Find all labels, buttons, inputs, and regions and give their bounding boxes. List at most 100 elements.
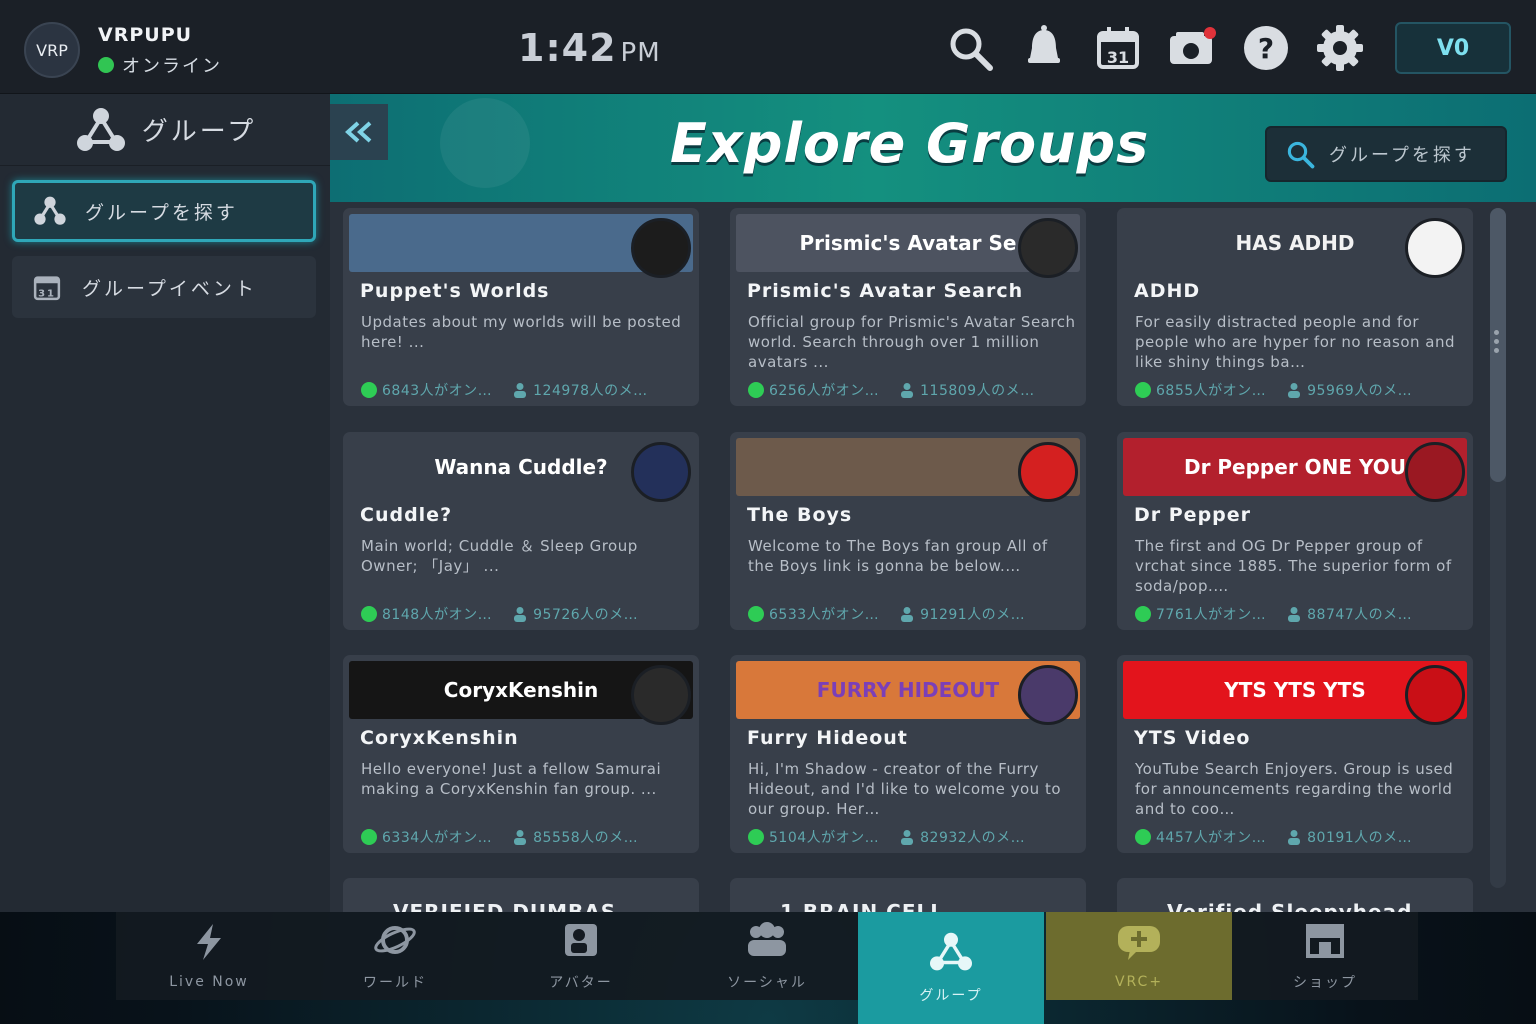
group-name: Furry Hideout — [747, 727, 908, 749]
nav-tab-label: ワールド — [363, 975, 427, 991]
group-name: Cuddle? — [360, 504, 453, 526]
nav-tab-label: ショップ — [1293, 975, 1357, 991]
online-count: 6334人がオン… — [361, 827, 492, 847]
group-name: YTS Video — [1134, 727, 1251, 749]
member-count: 95969人のメ… — [1286, 380, 1412, 400]
nav-tab-label: グループ — [919, 988, 983, 1004]
nav-tab-lightning[interactable]: Live Now — [116, 912, 302, 1000]
group-description: Hi, I'm Shadow - creator of the Furry Hi… — [748, 760, 1062, 818]
group-name: Dr Pepper — [1134, 504, 1252, 526]
group-card[interactable]: Puppet's Worlds Updates about my worlds w… — [343, 208, 699, 406]
currency-balance-button[interactable]: V0 — [1395, 22, 1511, 74]
member-count: 115809人のメ… — [899, 380, 1034, 400]
nav-tab-label: VRC+ — [1114, 974, 1164, 990]
group-card[interactable]: VERIFIED DUMBAS — [343, 878, 699, 912]
lightning-icon — [189, 922, 229, 966]
online-count: 6843人がオン… — [361, 380, 492, 400]
member-count: 82932人のメ… — [899, 827, 1025, 847]
group-name: The Boys — [747, 504, 853, 526]
group-icon-badge — [1018, 665, 1078, 725]
group-description: Updates about my worlds will be posted h… — [361, 313, 682, 351]
find-group-search-button[interactable]: グループを探す — [1265, 126, 1507, 182]
group-card[interactable]: CoryxKenshin CoryxKenshin Hello everyone! … — [343, 655, 699, 853]
camera-icon[interactable] — [1166, 22, 1218, 74]
vrcplus-icon — [1116, 922, 1162, 966]
avatar[interactable]: VRP — [24, 22, 80, 78]
avatar-icon — [561, 920, 601, 964]
group-card[interactable]: HAS ADHD ADHD For easily distracted people… — [1117, 208, 1473, 406]
group-card[interactable]: Prismic's Avatar Se Prismic's Avatar Sear… — [730, 208, 1086, 406]
calendar-icon[interactable]: 31 — [1092, 22, 1144, 74]
group-card[interactable]: Wanna Cuddle? Cuddle? Main world; Cuddle ＆… — [343, 432, 699, 630]
group-description: Hello everyone! Just a fellow Samurai ma… — [361, 760, 662, 798]
group-card[interactable]: The Boys Welcome to The Boys fan group Al… — [730, 432, 1086, 630]
group-stats: 7761人がオン… 88747人のメ… — [1135, 604, 1465, 624]
member-count-text: 95969人のメ… — [1307, 383, 1413, 399]
online-count-text: 6256人がオン… — [769, 383, 880, 399]
member-count-text: 91291人のメ… — [920, 607, 1026, 623]
members-icon — [1288, 383, 1301, 398]
online-dot-icon — [361, 382, 377, 398]
online-count-text: 6334人がオン… — [382, 830, 493, 846]
search-label: グループを探す — [1329, 145, 1475, 166]
member-count: 85558人のメ… — [512, 827, 638, 847]
nav-tab-group[interactable]: グループ — [858, 912, 1044, 1024]
banner-decoration — [440, 98, 530, 188]
gear-icon[interactable] — [1314, 22, 1366, 74]
group-name: VERIFIED DUMBAS — [393, 900, 617, 912]
group-stats: 5104人がオン… 82932人のメ… — [748, 827, 1078, 847]
group-icon-badge — [1018, 218, 1078, 278]
member-count: 95726人のメ… — [512, 604, 638, 624]
nav-tab-label: Live Now — [169, 974, 249, 990]
svg-text:?: ? — [1258, 32, 1274, 65]
members-icon — [514, 383, 527, 398]
collapse-sidebar-button[interactable] — [330, 104, 388, 160]
online-count: 8148人がオン… — [361, 604, 492, 624]
nav-tab-shop[interactable]: ショップ — [1232, 912, 1418, 1000]
sidebar-item-group-events[interactable]: 31 グループイベント — [12, 256, 316, 318]
group-card[interactable]: YTS YTS YTS YTS Video YouTube Search Enjoy… — [1117, 655, 1473, 853]
group-card[interactable]: Dr Pepper ONE YOU Dr Pepper The first and … — [1117, 432, 1473, 630]
nav-tab-label: ソーシャル — [727, 975, 807, 991]
online-count: 7761人がオン… — [1135, 604, 1266, 624]
help-icon[interactable]: ? — [1240, 22, 1292, 74]
member-count: 124978人のメ… — [512, 380, 647, 400]
more-options-icon[interactable] — [1494, 330, 1499, 353]
sidebar-item-find-groups[interactable]: グループを探す — [12, 180, 316, 242]
member-count-text: 95726人のメ… — [533, 607, 639, 623]
clock: 1:42 PM — [518, 26, 661, 70]
group-stats: 6334人がオン… 85558人のメ… — [361, 827, 691, 847]
group-card[interactable]: 1 BRAIN CELL — [730, 878, 1086, 912]
nav-tab-planet[interactable]: ワールド — [302, 912, 488, 1000]
nav-tab-avatar[interactable]: アバター — [488, 912, 674, 1000]
group-name: ADHD — [1134, 280, 1201, 302]
online-status: オンライン — [98, 52, 222, 78]
online-count-text: 4457人がオン… — [1156, 830, 1267, 846]
members-icon — [901, 830, 914, 845]
online-count: 5104人がオン… — [748, 827, 879, 847]
member-count-text: 82932人のメ… — [920, 830, 1026, 846]
calendar-day: 31 — [38, 288, 56, 299]
members-icon — [514, 607, 527, 622]
bell-icon[interactable] — [1018, 22, 1070, 74]
nav-tab-vrcplus[interactable]: VRC+ — [1046, 912, 1232, 1000]
search-icon[interactable] — [944, 22, 996, 74]
members-icon — [1288, 607, 1301, 622]
double-chevron-left-icon — [345, 121, 372, 143]
online-dot-icon — [748, 829, 764, 845]
group-card[interactable]: Verified Sleepyhead — [1117, 878, 1473, 912]
group-name: Verified Sleepyhead — [1167, 900, 1413, 912]
group-description: The first and OG Dr Pepper group of vrch… — [1135, 537, 1452, 595]
explore-banner: Explore Groups グループを探す — [330, 94, 1536, 202]
group-description: YouTube Search Enjoyers. Group is used f… — [1135, 760, 1454, 818]
group-stats: 6855人がオン… 95969人のメ… — [1135, 380, 1465, 400]
group-card[interactable]: FURRY HIDEOUT Furry Hideout Hi, I'm Shadow… — [730, 655, 1086, 853]
nav-tab-people[interactable]: ソーシャル — [674, 912, 860, 1000]
people-icon — [744, 920, 790, 964]
group-description: Main world; Cuddle ＆ Sleep Group Owner; … — [361, 537, 638, 575]
online-count-text: 6843人がオン… — [382, 383, 493, 399]
online-dot-icon — [748, 606, 764, 622]
planet-icon — [373, 920, 417, 964]
group-stats: 6533人がオン… 91291人のメ… — [748, 604, 1078, 624]
online-count-text: 6533人がオン… — [769, 607, 880, 623]
